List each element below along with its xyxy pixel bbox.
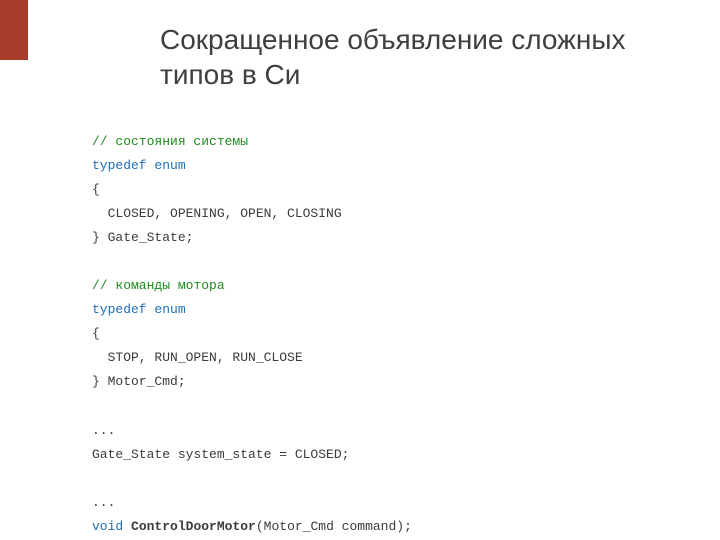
code-keyword: typedef enum: [92, 302, 186, 317]
code-line: {: [92, 326, 100, 341]
code-line: ...: [92, 495, 115, 510]
code-line: (Motor_Cmd command);: [256, 519, 412, 534]
code-keyword: void: [92, 519, 123, 534]
code-line: } Gate_State;: [92, 230, 193, 245]
code-line: } Motor_Cmd;: [92, 374, 186, 389]
slide-title: Сокращенное объявление сложных типов в С…: [160, 22, 680, 92]
code-block: // состояния системы typedef enum { CLOS…: [92, 130, 412, 539]
code-line: {: [92, 182, 100, 197]
code-line: ...: [92, 423, 115, 438]
function-name: ControlDoorMotor: [131, 519, 256, 534]
code-line: Gate_State system_state = CLOSED;: [92, 447, 349, 462]
code-comment: // команды мотора: [92, 278, 225, 293]
code-line: STOP, RUN_OPEN, RUN_CLOSE: [92, 350, 303, 365]
code-keyword: typedef enum: [92, 158, 186, 173]
code-line: CLOSED, OPENING, OPEN, CLOSING: [92, 206, 342, 221]
code-comment: // состояния системы: [92, 134, 248, 149]
accent-bar: [0, 0, 28, 60]
slide: Сокращенное объявление сложных типов в С…: [0, 0, 720, 540]
